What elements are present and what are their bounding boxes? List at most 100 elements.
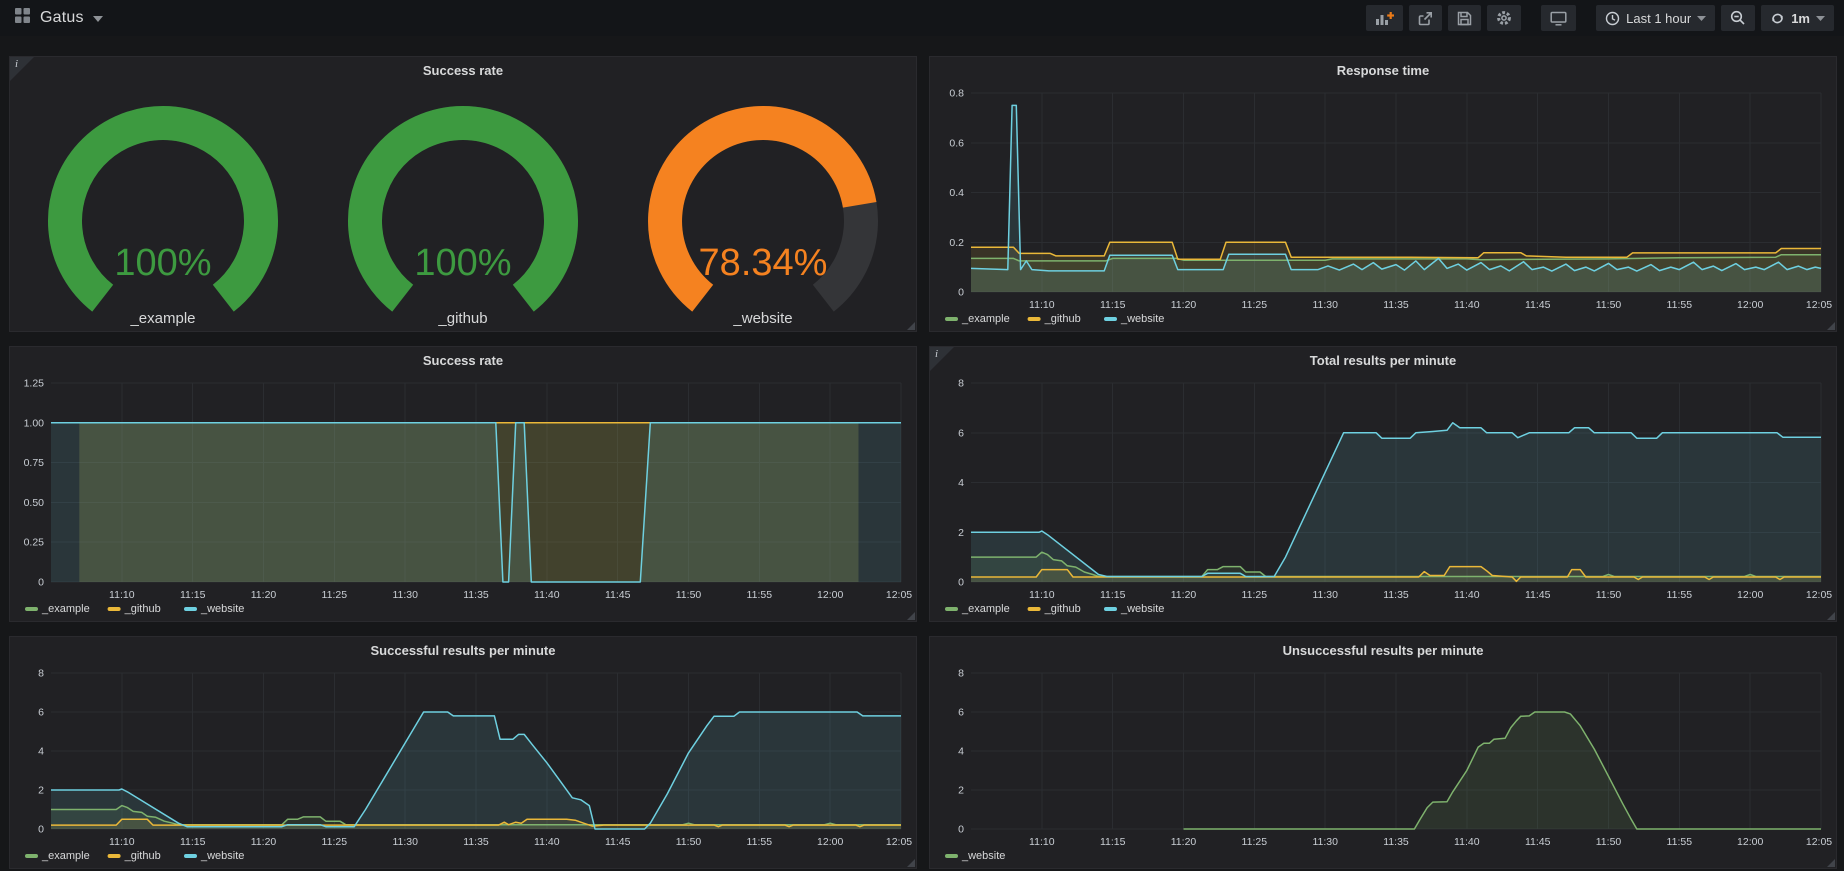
panel-resize-handle[interactable] xyxy=(907,322,915,330)
x-tick-label: 11:15 xyxy=(180,836,206,848)
legend-swatch[interactable] xyxy=(1104,607,1117,611)
dashboard-title[interactable]: Gatus xyxy=(40,9,84,27)
x-tick-label: 12:00 xyxy=(1737,836,1763,848)
x-tick-label: 11:10 xyxy=(1029,299,1055,311)
y-tick-label: 6 xyxy=(958,427,964,439)
y-tick-label: 0.4 xyxy=(949,187,964,199)
x-tick-label: 11:40 xyxy=(1454,589,1480,601)
x-tick-label: 11:10 xyxy=(1029,589,1055,601)
caret-down-icon[interactable] xyxy=(93,9,103,27)
x-tick-label: 11:40 xyxy=(534,836,560,848)
y-tick-label: 8 xyxy=(958,378,964,390)
y-tick-label: 1.00 xyxy=(24,417,45,429)
x-tick-label: 11:15 xyxy=(1100,299,1126,311)
settings-button[interactable] xyxy=(1487,5,1521,31)
x-tick-label: 11:35 xyxy=(1383,836,1409,848)
legend-label[interactable]: _github xyxy=(1044,603,1081,615)
panel-info-icon[interactable]: i xyxy=(930,347,954,371)
chart-svg[interactable]: 00.20.40.60.811:1011:1511:2011:2511:3011… xyxy=(931,83,1835,330)
line-chart[interactable]: 0246811:1011:1511:2011:2511:3011:3511:40… xyxy=(931,373,1835,620)
legend-label[interactable]: _example xyxy=(961,313,1010,325)
add-panel-button[interactable] xyxy=(1366,5,1403,31)
line-chart[interactable]: 0246811:1011:1511:2011:2511:3011:3511:40… xyxy=(931,663,1835,867)
gauge-_website: 78.34%_website xyxy=(613,83,913,331)
y-tick-label: 0.75 xyxy=(24,457,45,469)
y-tick-label: 0 xyxy=(38,824,44,836)
chart-svg[interactable]: 0246811:1011:1511:2011:2511:3011:3511:40… xyxy=(931,663,1835,867)
chart-svg[interactable]: 00.250.500.751.001.2511:1011:1511:2011:2… xyxy=(11,373,915,620)
legend-label[interactable]: _website xyxy=(1120,313,1164,325)
x-tick-label: 12:05 xyxy=(1806,589,1832,601)
x-tick-label: 11:20 xyxy=(1171,589,1197,601)
panel-title[interactable]: Successful results per minute xyxy=(10,637,916,663)
y-tick-label: 2 xyxy=(38,785,44,797)
share-button[interactable] xyxy=(1409,5,1442,31)
legend-label[interactable]: _website xyxy=(1120,603,1164,615)
zoom-out-button[interactable] xyxy=(1721,5,1755,31)
series-fill xyxy=(51,423,901,582)
time-range-label: Last 1 hour xyxy=(1626,11,1691,26)
panel-title[interactable]: Response time xyxy=(930,57,1836,83)
panel-title[interactable]: Unsuccessful results per minute xyxy=(930,637,1836,663)
x-tick-label: 11:50 xyxy=(676,589,702,601)
x-tick-label: 11:30 xyxy=(1312,299,1338,311)
panel-resize-handle[interactable] xyxy=(1827,322,1835,330)
legend-swatch[interactable] xyxy=(945,317,958,321)
legend-swatch[interactable] xyxy=(184,607,197,611)
legend-swatch[interactable] xyxy=(108,854,121,858)
legend-swatch[interactable] xyxy=(25,607,38,611)
save-button[interactable] xyxy=(1448,5,1481,31)
panel-resize-handle[interactable] xyxy=(1827,859,1835,867)
legend-swatch[interactable] xyxy=(945,854,958,858)
panel-resize-handle[interactable] xyxy=(1827,612,1835,620)
panel-title[interactable]: Total results per minute xyxy=(930,347,1836,373)
gauge-label: _example xyxy=(129,310,195,327)
panel-successful-results: Successful results per minute 0246811:10… xyxy=(9,636,917,869)
clock-icon xyxy=(1605,11,1620,26)
x-tick-label: 11:45 xyxy=(1525,836,1551,848)
panel-resize-handle[interactable] xyxy=(907,612,915,620)
legend-label[interactable]: _website xyxy=(200,850,244,862)
zoom-out-icon xyxy=(1730,10,1746,26)
x-tick-label: 11:45 xyxy=(605,836,631,848)
legend-label[interactable]: _example xyxy=(41,603,90,615)
legend-swatch[interactable] xyxy=(25,854,38,858)
line-chart[interactable]: 00.20.40.60.811:1011:1511:2011:2511:3011… xyxy=(931,83,1835,330)
legend-swatch[interactable] xyxy=(1028,607,1041,611)
line-chart[interactable]: 00.250.500.751.001.2511:1011:1511:2011:2… xyxy=(11,373,915,620)
gauge-chart[interactable]: 100%_example100%_github78.34%_website xyxy=(11,83,915,330)
legend-swatch[interactable] xyxy=(945,607,958,611)
legend-swatch[interactable] xyxy=(1104,317,1117,321)
x-tick-label: 11:45 xyxy=(1525,299,1551,311)
refresh-button[interactable]: 1m xyxy=(1761,5,1834,31)
x-tick-label: 11:50 xyxy=(1596,836,1622,848)
x-tick-label: 12:05 xyxy=(886,836,912,848)
legend-label[interactable]: _website xyxy=(200,603,244,615)
line-chart[interactable]: 0246811:1011:1511:2011:2511:3011:3511:40… xyxy=(11,663,915,867)
x-tick-label: 11:45 xyxy=(605,589,631,601)
legend-swatch[interactable] xyxy=(1028,317,1041,321)
legend-label[interactable]: _example xyxy=(41,850,90,862)
gauge-_example: 100%_example xyxy=(13,83,313,331)
tv-icon xyxy=(1550,11,1567,26)
panel-title[interactable]: Success rate xyxy=(10,347,916,373)
legend-label[interactable]: _github xyxy=(124,850,161,862)
x-tick-label: 11:25 xyxy=(322,589,348,601)
legend-label[interactable]: _website xyxy=(961,850,1005,862)
legend-label[interactable]: _github xyxy=(1044,313,1081,325)
chart-svg[interactable]: 0246811:1011:1511:2011:2511:3011:3511:40… xyxy=(931,373,1835,620)
chart-svg[interactable]: 0246811:1011:1511:2011:2511:3011:3511:40… xyxy=(11,663,915,867)
legend-swatch[interactable] xyxy=(184,854,197,858)
legend-label[interactable]: _example xyxy=(961,603,1010,615)
x-tick-label: 11:35 xyxy=(1383,299,1409,311)
y-tick-label: 0.25 xyxy=(24,537,45,549)
panel-resize-handle[interactable] xyxy=(907,859,915,867)
cycle-view-button[interactable] xyxy=(1541,5,1576,31)
panel-info-icon[interactable]: i xyxy=(10,57,34,81)
apps-grid-icon[interactable] xyxy=(14,7,31,29)
legend-swatch[interactable] xyxy=(108,607,121,611)
time-range-picker[interactable]: Last 1 hour xyxy=(1596,5,1715,31)
legend-label[interactable]: _github xyxy=(124,603,161,615)
panel-title[interactable]: Success rate xyxy=(10,57,916,83)
x-tick-label: 11:50 xyxy=(676,836,702,848)
